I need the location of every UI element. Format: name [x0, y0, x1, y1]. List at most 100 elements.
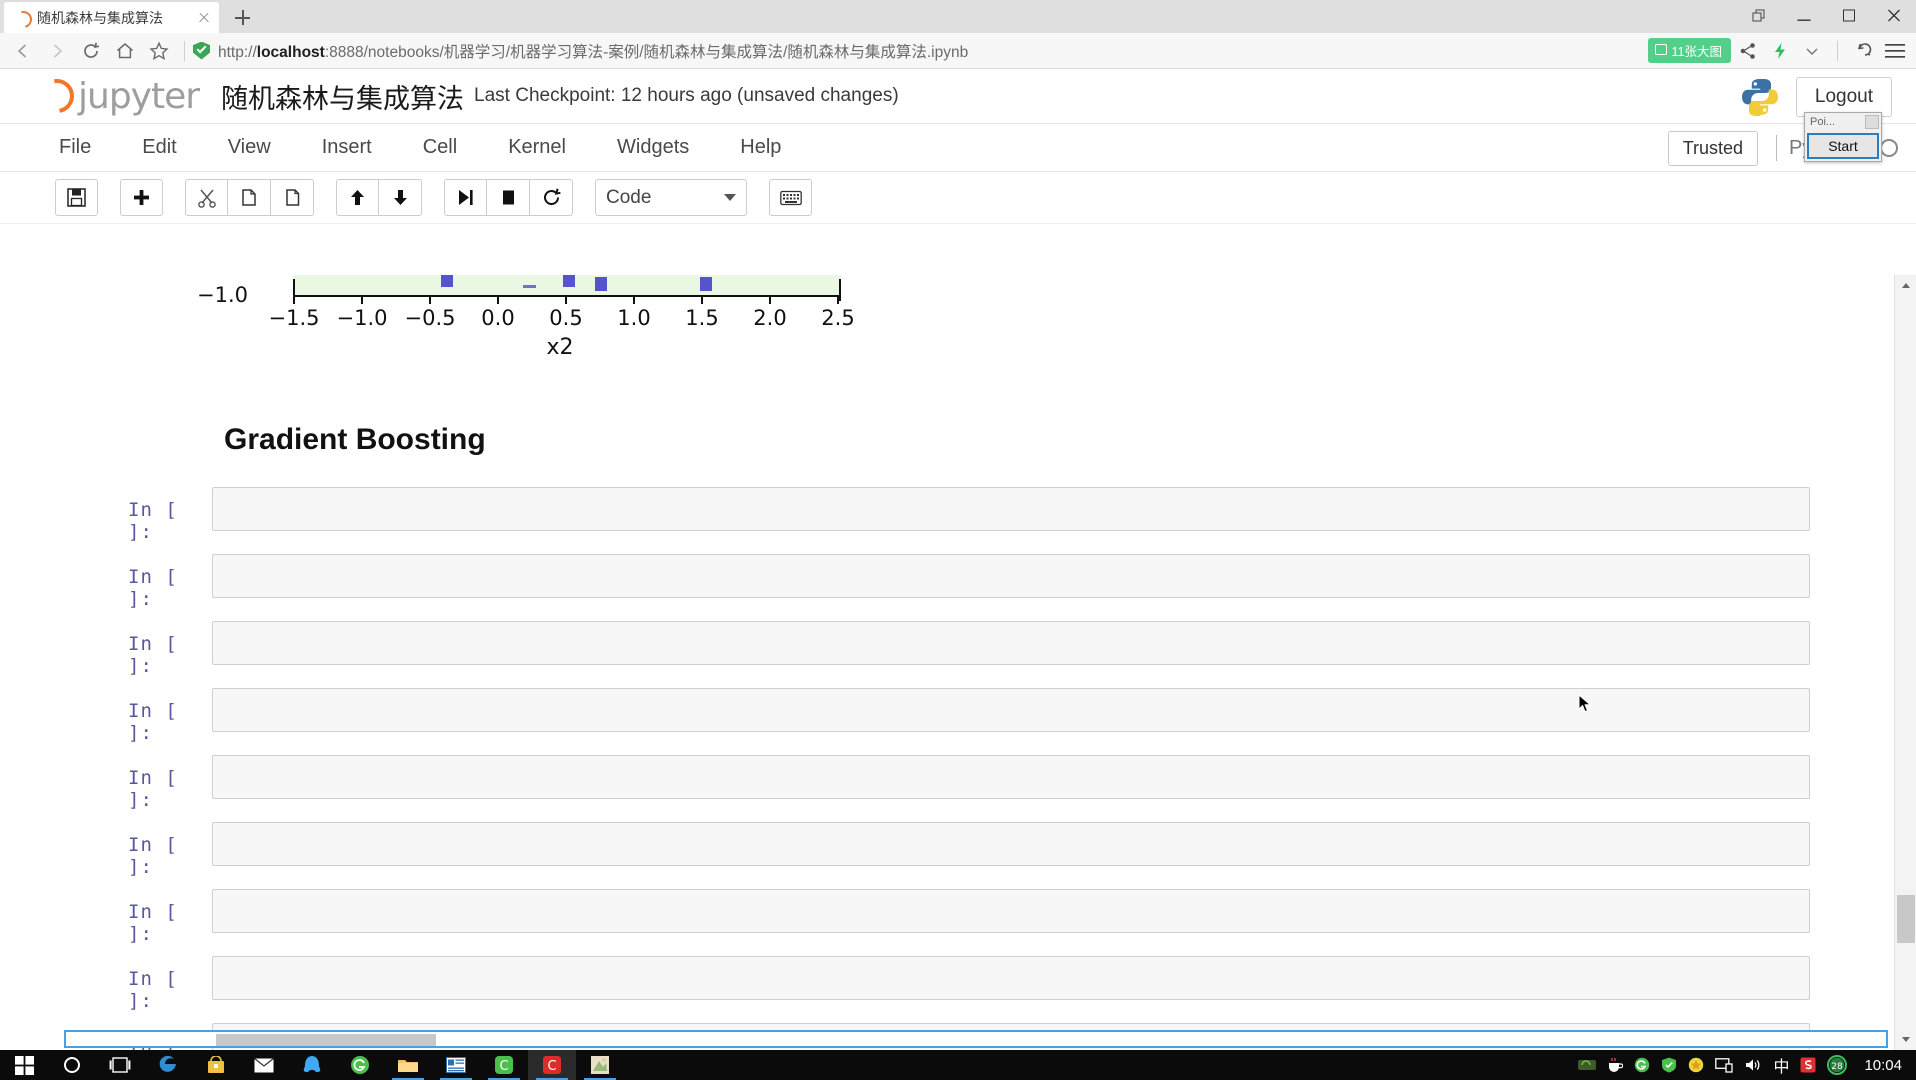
code-cell[interactable]: In [ ]:: [0, 755, 1894, 822]
code-cell[interactable]: In [ ]:: [0, 487, 1894, 554]
code-cell[interactable]: In [ ]:: [0, 956, 1894, 1023]
notebook-name[interactable]: 随机森林与集成算法: [221, 77, 464, 116]
forward-arrow-icon[interactable]: [40, 36, 74, 66]
ime-chinese-icon[interactable]: 中: [1773, 1053, 1789, 1077]
volume-icon[interactable]: [1744, 1057, 1762, 1073]
arrow-down-icon[interactable]: [379, 179, 422, 216]
external-popup-window[interactable]: Poi... Start: [1804, 112, 1882, 162]
notebook-scroll-area[interactable]: −1.0 −1.5 −1.0 −0.5 0.0 0.5 1.0 1.5 2.0 …: [0, 275, 1894, 1050]
copy-icon[interactable]: [228, 179, 271, 216]
tea-timer-icon[interactable]: [1607, 1057, 1624, 1073]
wps-icon[interactable]: C: [528, 1050, 576, 1080]
menu-file[interactable]: File: [55, 131, 95, 164]
menu-help[interactable]: Help: [736, 131, 785, 164]
cell-input-area[interactable]: [212, 755, 1810, 799]
qq-icon[interactable]: [288, 1050, 336, 1080]
microsoft-store-icon[interactable]: [192, 1050, 240, 1080]
history-back-icon[interactable]: [1848, 36, 1878, 66]
scissors-icon[interactable]: [185, 179, 228, 216]
nvidia-icon[interactable]: [1578, 1058, 1597, 1072]
home-icon[interactable]: [108, 36, 142, 66]
close-icon[interactable]: [1865, 115, 1879, 129]
menu-cell[interactable]: Cell: [419, 131, 461, 164]
data-point: [700, 277, 712, 291]
back-arrow-icon[interactable]: [6, 36, 40, 66]
scrollbar-thumb[interactable]: [216, 1034, 436, 1046]
markdown-heading[interactable]: Gradient Boosting: [224, 423, 1894, 457]
cell-input-area[interactable]: [212, 688, 1810, 732]
file-explorer-icon[interactable]: [384, 1050, 432, 1080]
toolbar-group-save: [55, 179, 98, 216]
hamburger-menu-icon[interactable]: [1880, 36, 1910, 66]
360-browser-icon[interactable]: [1634, 1057, 1650, 1073]
paint-icon[interactable]: [576, 1050, 624, 1080]
wechat-icon[interactable]: C: [480, 1050, 528, 1080]
image-count-badge[interactable]: 11张大图: [1647, 38, 1731, 63]
display-icon[interactable]: [1715, 1057, 1734, 1073]
divider: [1776, 135, 1778, 161]
menu-widgets[interactable]: Widgets: [613, 131, 693, 164]
plus-icon[interactable]: [120, 179, 163, 216]
cell-input-area[interactable]: [212, 889, 1810, 933]
browser-360-icon[interactable]: [336, 1050, 384, 1080]
new-tab-button[interactable]: [225, 3, 259, 33]
menu-kernel[interactable]: Kernel: [504, 131, 570, 164]
trusted-badge[interactable]: Trusted: [1667, 130, 1759, 166]
cell-input-area[interactable]: [212, 822, 1810, 866]
data-point: [523, 285, 536, 288]
taskbar-clock[interactable]: 10:04: [1864, 1057, 1902, 1074]
start-button[interactable]: Start: [1807, 133, 1879, 159]
restart-kernel-icon[interactable]: [530, 179, 573, 216]
cell-input-area[interactable]: [212, 554, 1810, 598]
news-icon[interactable]: [432, 1050, 480, 1080]
reload-icon[interactable]: [74, 36, 108, 66]
task-view-icon[interactable]: [96, 1050, 144, 1080]
menu-insert[interactable]: Insert: [318, 131, 376, 164]
share-icon[interactable]: [1733, 36, 1763, 66]
vertical-scrollbar[interactable]: [1894, 275, 1916, 1050]
x-tick-label: 2.5: [821, 306, 855, 330]
selected-cell-horizontal-scrollbar[interactable]: [64, 1030, 1888, 1048]
badge-icon[interactable]: [1688, 1057, 1704, 1073]
menu-view[interactable]: View: [224, 131, 275, 164]
arrow-up-icon[interactable]: [336, 179, 379, 216]
cell-input-area[interactable]: [212, 956, 1810, 1000]
paste-icon[interactable]: [271, 179, 314, 216]
code-cell[interactable]: In [ ]:: [0, 822, 1894, 889]
mail-icon[interactable]: [240, 1050, 288, 1080]
restore-icon[interactable]: [1736, 0, 1781, 33]
star-icon[interactable]: [142, 36, 176, 66]
jupyter-ring-icon: [33, 72, 81, 120]
cell-type-select[interactable]: Code: [595, 179, 747, 216]
code-cell[interactable]: In [ ]:: [0, 889, 1894, 956]
browser-tab[interactable]: 随机森林与集成算法: [4, 2, 219, 33]
battery-28-icon[interactable]: 28: [1827, 1055, 1848, 1075]
keyboard-icon[interactable]: [769, 179, 812, 216]
run-cell-icon[interactable]: [444, 179, 487, 216]
code-cell[interactable]: In [ ]:: [0, 688, 1894, 755]
scroll-up-arrow-icon[interactable]: [1895, 275, 1916, 295]
save-disk-icon[interactable]: [55, 179, 98, 216]
minimize-button[interactable]: [1781, 0, 1826, 33]
cortana-search-icon[interactable]: [48, 1050, 96, 1080]
menu-edit[interactable]: Edit: [138, 131, 180, 164]
windows-start-icon[interactable]: [0, 1050, 48, 1080]
lightning-icon[interactable]: [1765, 36, 1795, 66]
close-icon[interactable]: [195, 9, 213, 27]
360-shield-icon[interactable]: [1661, 1057, 1677, 1073]
cell-input-area[interactable]: [212, 487, 1810, 531]
sogou-icon[interactable]: [1800, 1057, 1816, 1073]
edge-browser-icon[interactable]: [144, 1050, 192, 1080]
scroll-down-arrow-icon[interactable]: [1895, 1030, 1916, 1050]
scrollbar-thumb[interactable]: [1897, 895, 1915, 943]
code-cell[interactable]: In [ ]:: [0, 554, 1894, 621]
maximize-button[interactable]: [1826, 0, 1871, 33]
jupyter-logo[interactable]: jupyter: [33, 72, 200, 120]
code-cell[interactable]: In [ ]:: [0, 621, 1894, 688]
stop-square-icon[interactable]: [487, 179, 530, 216]
cell-input-area[interactable]: [212, 621, 1810, 665]
logout-button[interactable]: Logout: [1795, 76, 1892, 117]
chevron-down-icon[interactable]: [1797, 36, 1827, 66]
address-bar[interactable]: http://localhost:8888/notebooks/机器学习/机器学…: [193, 40, 1640, 62]
close-window-button[interactable]: [1871, 0, 1916, 33]
